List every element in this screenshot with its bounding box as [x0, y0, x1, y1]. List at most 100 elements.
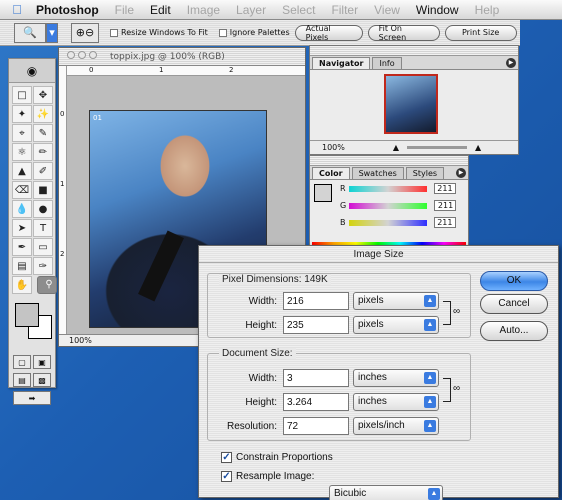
ruler-h-tick: 2: [229, 66, 234, 74]
standard-mode-icon[interactable]: ▢: [13, 355, 31, 369]
slice-tool-icon[interactable]: ✎: [33, 124, 53, 142]
checkmark-icon: ✓: [221, 471, 232, 482]
hand-tool-icon[interactable]: ✋: [12, 276, 32, 294]
cancel-button[interactable]: Cancel: [480, 294, 548, 314]
fullscreen-mode-icon[interactable]: ▩: [33, 373, 51, 387]
path-select-tool-icon[interactable]: ➤: [12, 219, 32, 237]
menu-image[interactable]: Image: [187, 3, 220, 17]
navigator-zoom[interactable]: 100%: [322, 143, 345, 152]
tab-color[interactable]: Color: [312, 167, 350, 179]
window-controls[interactable]: [67, 51, 100, 62]
jump-to-imageready-icon[interactable]: ➡: [13, 391, 51, 405]
zoom-level[interactable]: 100%: [69, 336, 92, 345]
constrain-proportions-checkbox[interactable]: ✓ Constrain Proportions: [221, 452, 333, 463]
crop-tool-icon[interactable]: ⌖: [12, 124, 32, 142]
lasso-tool-icon[interactable]: ✦: [12, 105, 32, 123]
ds-width-unit-select[interactable]: inches ▲: [353, 369, 439, 387]
zoom-out-icon[interactable]: ▲: [393, 143, 399, 152]
ignore-palettes-checkbox[interactable]: Ignore Palettes: [218, 28, 290, 37]
photoshop-eye-icon[interactable]: ◉: [9, 59, 55, 83]
gradient-tool-icon[interactable]: ■: [33, 181, 53, 199]
actual-pixels-button[interactable]: Actual Pixels: [294, 24, 363, 42]
tab-swatches[interactable]: Swatches: [351, 167, 404, 179]
channel-g-slider[interactable]: [349, 202, 428, 209]
link-bracket: [443, 301, 451, 325]
brush-tool-icon[interactable]: ✏: [33, 143, 53, 161]
type-tool-icon[interactable]: T: [33, 219, 53, 237]
ds-width-field[interactable]: 3: [283, 369, 349, 387]
foreground-color-swatch[interactable]: [15, 303, 39, 327]
magic-wand-tool-icon[interactable]: ✨: [33, 105, 53, 123]
pd-height-label: Height:: [245, 319, 277, 331]
palette-title-bar[interactable]: [310, 46, 518, 56]
pd-width-field[interactable]: 216: [283, 292, 349, 310]
zoom-in-icon[interactable]: ▲: [475, 143, 481, 152]
tab-navigator[interactable]: Navigator: [312, 57, 371, 69]
healing-brush-tool-icon[interactable]: ⚛: [12, 143, 32, 161]
print-size-button[interactable]: Print Size: [444, 24, 517, 41]
document-title-bar[interactable]: toppix.jpg @ 100% (RGB): [59, 48, 305, 66]
palette-menu-icon[interactable]: ▶: [506, 58, 516, 68]
auto-button[interactable]: Auto...: [480, 321, 548, 341]
quickmask-mode-icon[interactable]: ▣: [33, 355, 51, 369]
palette-menu-icon[interactable]: ▶: [456, 168, 466, 178]
ds-height-unit-select[interactable]: inches ▲: [353, 393, 439, 411]
resample-image-label: Resample Image:: [236, 471, 315, 482]
channel-r-value[interactable]: 211: [433, 183, 456, 194]
clarinet-shape: [138, 230, 184, 302]
menu-window[interactable]: Window: [416, 3, 459, 17]
resolution-unit-select[interactable]: pixels/inch ▲: [353, 417, 439, 435]
ds-height-field[interactable]: 3.264: [283, 393, 349, 411]
history-brush-tool-icon[interactable]: ✐: [33, 162, 53, 180]
fit-on-screen-button[interactable]: Fit On Screen: [367, 24, 440, 42]
ruler-h-tick: 1: [159, 66, 164, 74]
menu-edit[interactable]: Edit: [150, 3, 171, 17]
zoom-slider[interactable]: [407, 146, 468, 149]
menu-view[interactable]: View: [374, 3, 400, 17]
notes-tool-icon[interactable]: ▤: [12, 257, 32, 275]
resample-method-select[interactable]: Bicubic ▲: [329, 485, 443, 500]
dodge-tool-icon[interactable]: ●: [33, 200, 53, 218]
pen-tool-icon[interactable]: ✒: [12, 238, 32, 256]
menu-filter[interactable]: Filter: [331, 3, 358, 17]
menu-layer[interactable]: Layer: [236, 3, 266, 17]
shape-tool-icon[interactable]: ▭: [33, 238, 53, 256]
apple-icon[interactable]: : [6, 2, 28, 17]
eraser-tool-icon[interactable]: ⌫: [12, 181, 32, 199]
zoom-tool-icon[interactable]: ⚲: [37, 276, 57, 294]
select-arrows-icon: ▲: [424, 372, 436, 384]
eyedropper-tool-icon[interactable]: ✑: [33, 257, 53, 275]
pd-width-unit-select[interactable]: pixels ▲: [353, 292, 439, 310]
resolution-field[interactable]: 72: [283, 417, 349, 435]
blur-tool-icon[interactable]: 💧: [12, 200, 32, 218]
resize-windows-checkbox[interactable]: Resize Windows To Fit: [110, 28, 208, 37]
stamp-tool-icon[interactable]: ▲: [12, 162, 32, 180]
ok-button[interactable]: OK: [480, 271, 548, 291]
resize-windows-label: Resize Windows To Fit: [121, 28, 208, 37]
tab-info[interactable]: Info: [372, 57, 402, 69]
screen-mode-icon[interactable]: ▤: [13, 373, 31, 387]
resample-image-checkbox[interactable]: ✓ Resample Image:: [221, 471, 314, 482]
chain-link-icon: ∞: [453, 306, 461, 317]
menu-app[interactable]: Photoshop: [36, 3, 99, 17]
tab-styles[interactable]: Styles: [405, 167, 445, 179]
move-tool-icon[interactable]: ✥: [33, 86, 53, 104]
color-swatches[interactable]: [12, 301, 52, 349]
pd-height-field[interactable]: 235: [283, 316, 349, 334]
channel-b-slider[interactable]: [348, 219, 427, 226]
channel-r-slider[interactable]: [348, 185, 427, 192]
palette-title-bar[interactable]: [310, 156, 468, 166]
tool-preset-picker[interactable]: 🔍 ▾: [14, 22, 58, 43]
navigator-thumbnail[interactable]: [384, 74, 438, 134]
pd-height-unit-select[interactable]: pixels ▲: [353, 316, 439, 334]
zoom-in-out-icon[interactable]: ⊕⊖: [71, 22, 99, 43]
menu-file[interactable]: File: [115, 3, 134, 17]
channel-g-value[interactable]: 211: [434, 200, 457, 211]
channel-b-value[interactable]: 211: [433, 217, 456, 228]
marquee-tool-icon[interactable]: □: [12, 86, 32, 104]
menu-help[interactable]: Help: [475, 3, 500, 17]
ruler-v-tick: 1: [60, 180, 65, 188]
menu-bar:  Photoshop File Edit Image Layer Select…: [0, 0, 562, 20]
color-fg-swatch[interactable]: [314, 184, 332, 202]
menu-select[interactable]: Select: [282, 3, 315, 17]
